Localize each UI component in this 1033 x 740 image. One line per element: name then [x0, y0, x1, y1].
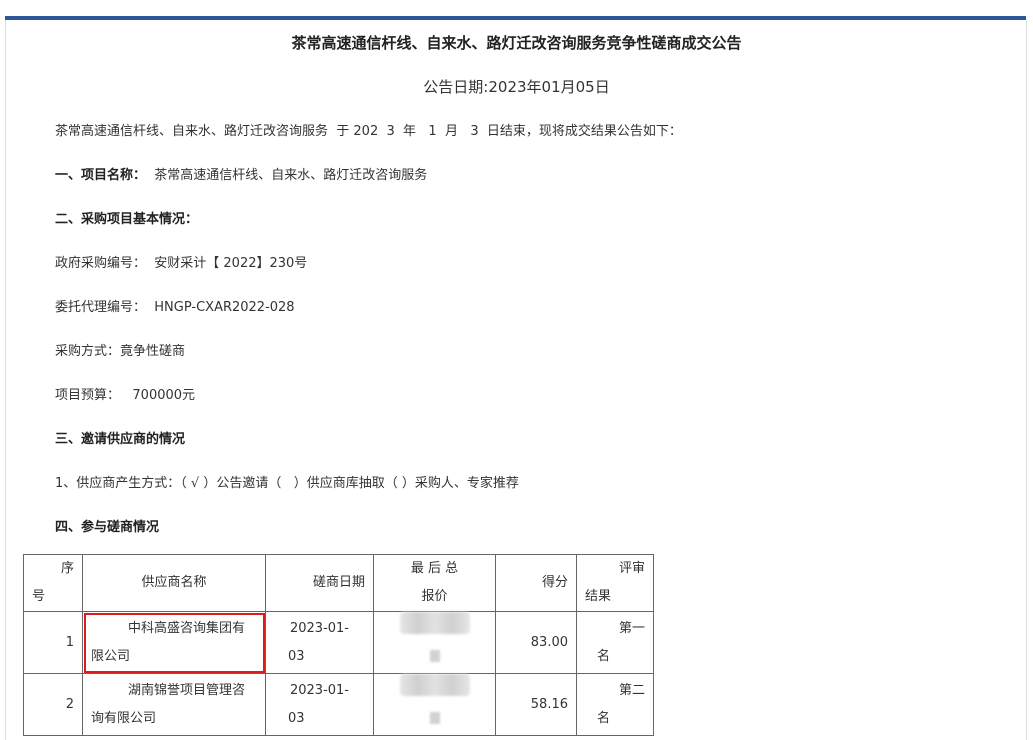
header-price: 最 后 总报价 [373, 554, 496, 612]
agent-code: 委托代理编号： HNGP-CXAR2022-028 [55, 300, 295, 315]
row-price-redacted [373, 611, 496, 674]
row-result: 第二名 [576, 673, 654, 736]
row-date: 2023-01- 03 [265, 673, 374, 736]
header-result: 评审 结果 [576, 554, 654, 612]
announcement-date: 公告日期:2023年01月05日 [423, 78, 610, 96]
section1-heading: 一、项目名称： [55, 168, 147, 183]
header-supplier: 供应商名称 [82, 554, 266, 612]
row-supplier-name: 中科高盛咨询集团有 限公司 [82, 611, 266, 674]
row-supplier-name: 湖南锦誉项目管理咨 询有限公司 [82, 673, 266, 736]
redacted-price-blur [399, 612, 470, 634]
row-index: 1 [23, 611, 83, 674]
redacted-price-blur-small [429, 712, 440, 724]
project-name-value: 茶常高速通信杆线、自来水、路灯迁改咨询服务 [146, 168, 428, 183]
table-row: 1 中科高盛咨询集团有 限公司 2023-01- 03 83.00 第一名 [23, 611, 654, 674]
intro-text: 茶常高速通信杆线、自来水、路灯迁改咨询服务 于 202 3 年 1 月 3 日结… [55, 124, 682, 139]
row-index: 2 [23, 673, 83, 736]
row-price-redacted [373, 673, 496, 736]
supplier-method: 1、供应商产生方式：（ √ ）公告邀请（ ）供应商库抽取（ ）采购人、专家推荐 [55, 476, 519, 491]
header-score: 得分 [495, 554, 577, 612]
redacted-price-blur-small [429, 650, 440, 662]
header-date: 磋商日期 [265, 554, 374, 612]
table-row: 2 湖南锦誉项目管理咨 询有限公司 2023-01- 03 58.16 第二名 [23, 673, 654, 736]
table-header-row: 序号 供应商名称 磋商日期 最 后 总报价 得分 评审 结果 [23, 554, 654, 612]
project-budget: 项目预算： 700000元 [55, 388, 196, 403]
bids-table: 序号 供应商名称 磋商日期 最 后 总报价 得分 评审 结果 1 中科高盛咨询集团… [23, 554, 654, 736]
row-score: 83.00 [495, 611, 577, 674]
header-index: 序号 [23, 554, 83, 612]
section-project-name: 一、项目名称： 茶常高速通信杆线、自来水、路灯迁改咨询服务 [55, 164, 427, 183]
row-score: 58.16 [495, 673, 577, 736]
section2-heading: 二、采购项目基本情况： [55, 212, 199, 227]
row-result: 第一名 [576, 611, 654, 674]
announcement-title: 茶常高速通信杆线、自来水、路灯迁改咨询服务竞争性磋商成交公告 [291, 34, 742, 52]
section3-heading: 三、邀请供应商的情况 [55, 432, 186, 447]
procurement-method: 采购方式：竟争性磋商 [55, 344, 186, 359]
row-date: 2023-01- 03 [265, 611, 374, 674]
section4-heading: 四、参与磋商情况 [55, 520, 160, 535]
gov-procurement-code: 政府采购编号： 安财采计【 2022】230号 [55, 256, 308, 271]
redacted-price-blur [399, 674, 470, 696]
